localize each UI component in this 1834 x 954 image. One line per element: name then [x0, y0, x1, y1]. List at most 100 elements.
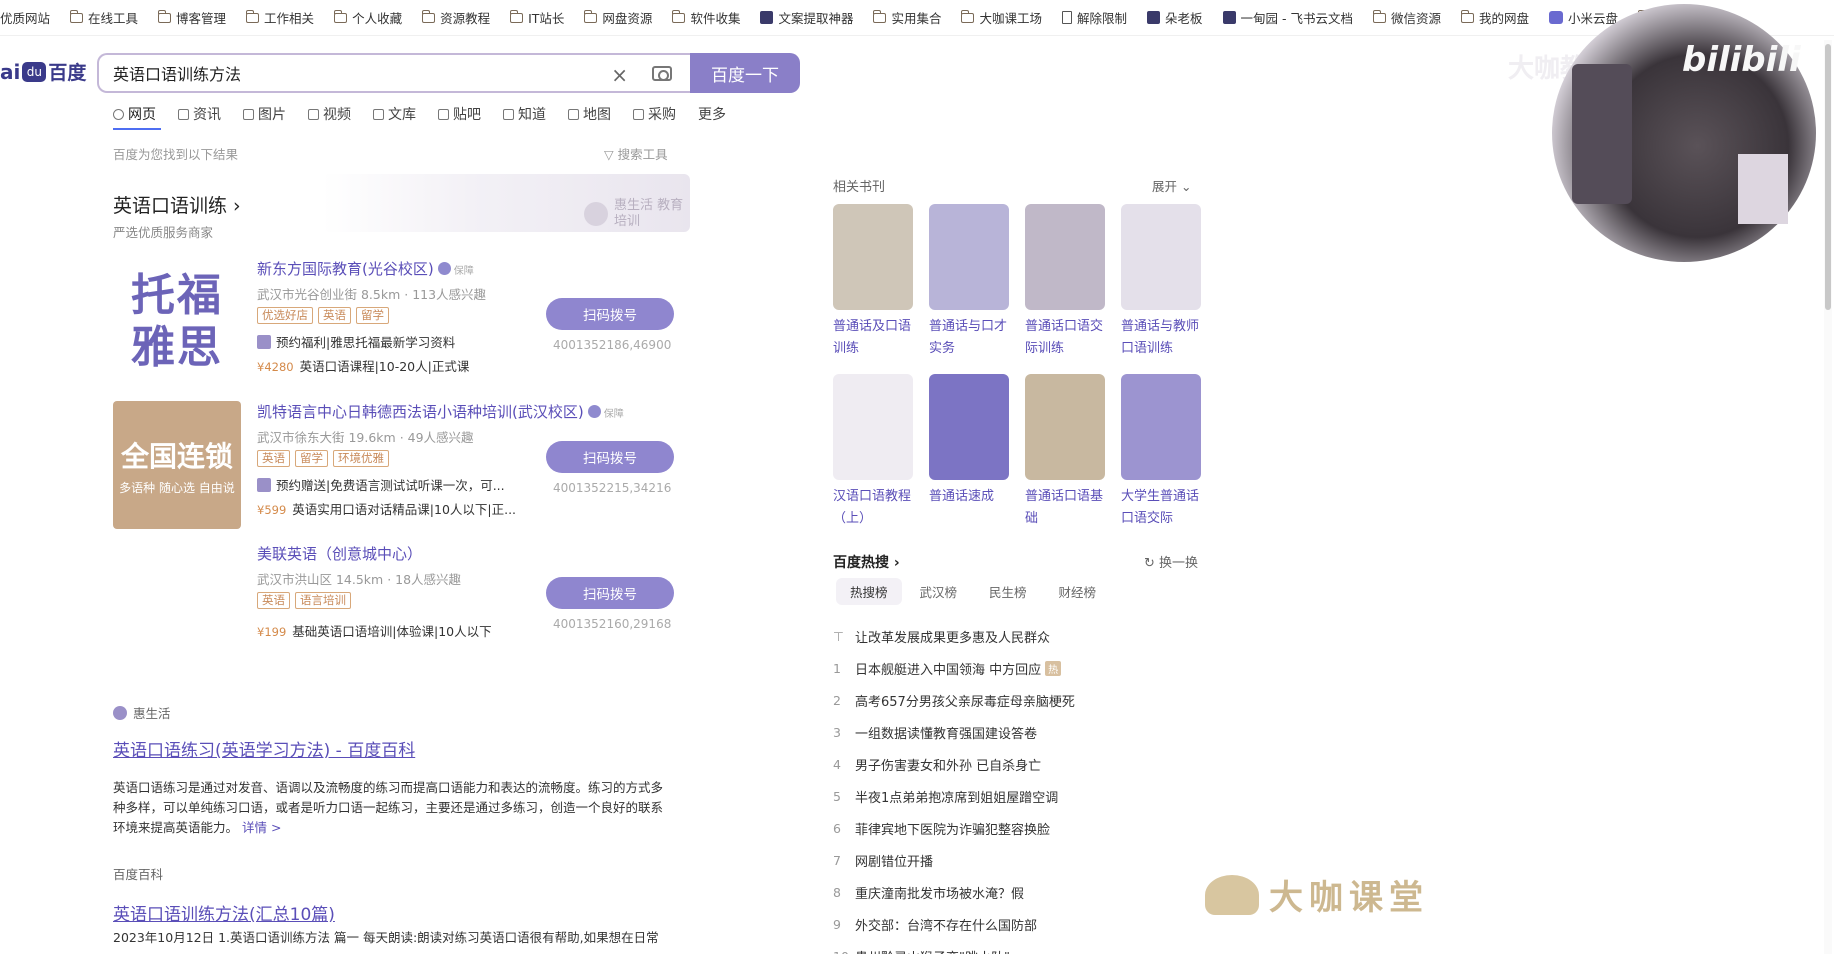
tab-label: 更多: [698, 107, 726, 123]
hot-item[interactable]: 8 重庆潼南批发市场被水淹？假: [833, 876, 1075, 908]
hot-item[interactable]: 9 外交部：台湾不存在什么国防部: [833, 908, 1075, 940]
business-thumbnail[interactable]: 托福 雅思: [113, 258, 241, 386]
camera-icon[interactable]: [652, 66, 672, 81]
business-promo[interactable]: 预约福利|雅思托福最新学习资料: [257, 332, 455, 351]
scan-call-button[interactable]: 扫码拨号: [546, 441, 674, 473]
bookmark-item[interactable]: 解除限制: [1062, 8, 1127, 27]
tab-item[interactable]: 贴吧: [438, 104, 481, 124]
bookmark-label: 小米云盘: [1568, 11, 1619, 26]
bookmark-label: 文案提取神器: [778, 11, 854, 26]
bookmark-item[interactable]: 软件收集: [671, 8, 740, 27]
tab-label: 地图: [583, 107, 611, 123]
bookmark-item[interactable]: 文案提取神器: [760, 8, 853, 27]
book-card[interactable]: 普通话与口才实务: [929, 204, 1011, 360]
business-promo[interactable]: 预约赠送|免费语言测试试听课一次，可...: [257, 475, 505, 494]
hot-item[interactable]: 4 男子伤害妻女和外孙 已自杀身亡: [833, 748, 1075, 780]
bookmark-item[interactable]: 优质网站: [0, 8, 50, 27]
hot-tab[interactable]: 民生榜: [975, 578, 1041, 605]
tab-item[interactable]: 采购: [633, 104, 676, 124]
bookmark-item[interactable]: 在线工具: [69, 8, 138, 27]
bookmark-item[interactable]: 博客管理: [157, 8, 226, 27]
result-description: 英语口语练习是通过对发音、语调以及流畅度的练习而提高口语能力和表达的流畅度。练习…: [113, 778, 673, 838]
hot-index: 5: [833, 788, 841, 804]
business-name[interactable]: 新东方国际教育(光谷校区) 保障: [257, 258, 474, 279]
bookmark-item[interactable]: 个人收藏: [333, 8, 402, 27]
bookmark-item[interactable]: 资源教程: [421, 8, 490, 27]
ad-title[interactable]: 英语口语训练 ›: [113, 191, 241, 218]
hot-item[interactable]: 10贵州黔灵山猴子变"跳水队": [833, 940, 1075, 954]
book-card[interactable]: 汉语口语教程（上）: [833, 374, 915, 530]
verified-icon: [437, 262, 451, 275]
scrollbar-thumb[interactable]: [1825, 44, 1831, 310]
tab-item[interactable]: 更多: [698, 104, 726, 124]
app-icon: [1147, 11, 1161, 24]
business-name[interactable]: 美联英语（创意城中心）: [257, 543, 422, 564]
result-title-link[interactable]: 英语口语练习(英语学习方法) - 百度百科: [113, 736, 415, 761]
tab-item[interactable]: 图片: [243, 104, 286, 124]
expand-button[interactable]: 展开 ⌄: [1152, 176, 1191, 195]
bookmark-item[interactable]: 大咖课工场: [960, 8, 1042, 27]
refresh-button[interactable]: ↻ 换一换: [1144, 552, 1198, 571]
hot-item[interactable]: 3 一组数据读懂教育强国建设答卷: [833, 716, 1075, 748]
bookmark-item[interactable]: 工作相关: [245, 8, 314, 27]
hot-item[interactable]: 2 高考657分男孩父亲尿毒症母亲脑梗死: [833, 684, 1075, 716]
result-source: 百度百科: [113, 864, 163, 883]
tab-item[interactable]: 文库: [373, 104, 416, 124]
tab-item[interactable]: 知道: [503, 104, 546, 124]
business-tags: 英语 留学 环境优雅: [257, 450, 389, 467]
hot-tab[interactable]: 财经榜: [1045, 578, 1111, 605]
book-card[interactable]: 普通话口语交际训练: [1025, 204, 1107, 360]
hot-item[interactable]: 7 网剧错位开播: [833, 844, 1075, 876]
bookmark-item[interactable]: 实用集合: [872, 8, 941, 27]
book-title: 普通话口语交际训练: [1025, 319, 1104, 356]
book-card[interactable]: 普通话速成: [929, 374, 1011, 508]
business-name[interactable]: 凯特语言中心日韩德西法语小语种培训(武汉校区) 保障: [257, 401, 624, 422]
search-input[interactable]: [113, 63, 593, 83]
business-price[interactable]: ¥4280 英语口语课程|10-20人|正式课: [257, 356, 469, 375]
bookmark-item[interactable]: IT站长: [509, 8, 564, 27]
tab-item[interactable]: 视频: [308, 104, 351, 124]
bookmark-item[interactable]: 一甸园 - 飞书云文档: [1222, 8, 1353, 27]
bookmark-item[interactable]: 小米云盘: [1549, 8, 1618, 27]
hot-search-title[interactable]: 百度热搜 ›: [833, 552, 900, 572]
tab-item[interactable]: 地图: [568, 104, 611, 124]
scan-call-button[interactable]: 扫码拨号: [546, 577, 674, 609]
result-title-link[interactable]: 英语口语训练方法(汇总10篇): [113, 900, 335, 925]
search-box[interactable]: ×: [97, 53, 690, 93]
book-cover: [929, 204, 1009, 310]
hot-text: 菲律宾地下医院为诈骗犯整容换脸: [855, 822, 1051, 838]
hot-tab[interactable]: 武汉榜: [906, 578, 972, 605]
hot-item[interactable]: 6 菲律宾地下医院为诈骗犯整容换脸: [833, 812, 1075, 844]
business-tags: 优选好店 英语 留学: [257, 307, 389, 324]
bookmark-item[interactable]: 朵老板: [1147, 8, 1203, 27]
bookmark-item[interactable]: 微信资源: [1372, 8, 1441, 27]
hot-item[interactable]: 1 日本舰艇进入中国领海 中方回应热: [833, 652, 1075, 684]
baidu-logo[interactable]: ai du 百度: [0, 58, 86, 85]
tab-icon: [633, 108, 644, 120]
hot-item[interactable]: 5 半夜1点弟弟抱凉席到姐姐屋蹭空调: [833, 780, 1075, 812]
tab-item[interactable]: 网页: [113, 104, 156, 124]
ad-title-text: 英语口语训练: [113, 195, 228, 217]
bookmark-label: 网盘资源: [602, 11, 653, 26]
business-thumbnail[interactable]: 全国连锁 多语种 随心选 自由说: [113, 401, 241, 529]
book-card[interactable]: 普通话口语基础: [1025, 374, 1107, 530]
book-card[interactable]: 大学生普通话口语交际: [1121, 374, 1203, 530]
bookmark-label: 一甸园 - 飞书云文档: [1240, 11, 1353, 26]
pin-icon: ⊤: [833, 628, 844, 644]
bookmark-item[interactable]: 网盘资源: [583, 8, 653, 27]
details-link[interactable]: 详情 >: [242, 820, 281, 835]
book-card[interactable]: 普通话与教师口语训练: [1121, 204, 1203, 360]
hot-tab[interactable]: 热搜榜: [836, 578, 902, 605]
book-card[interactable]: 普通话及口语训练: [833, 204, 915, 360]
verified-icon: [587, 405, 601, 418]
tab-item[interactable]: 资讯: [178, 104, 221, 124]
scan-call-button[interactable]: 扫码拨号: [546, 298, 674, 330]
bookmark-item[interactable]: 我的网盘: [1460, 8, 1529, 27]
hot-item[interactable]: ⊤ 让改革发展成果更多惠及人民群众: [833, 620, 1075, 652]
search-tools-button[interactable]: ▽ 搜索工具: [604, 144, 668, 163]
close-icon[interactable]: ×: [611, 63, 628, 87]
business-price[interactable]: ¥599 英语实用口语对话精品课|10人以下|正...: [257, 499, 516, 518]
paw-icon: du: [22, 61, 47, 82]
business-price[interactable]: ¥199 基础英语口语培训|体验课|10人以下: [257, 621, 492, 640]
search-button[interactable]: 百度一下: [690, 53, 800, 93]
